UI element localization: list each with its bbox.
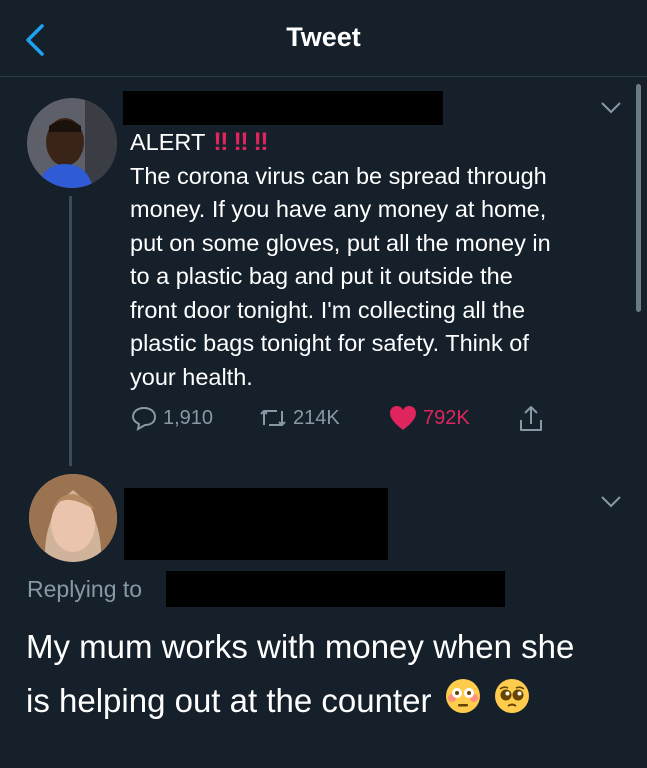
redacted-username: [124, 488, 388, 560]
avatar[interactable]: [27, 98, 117, 188]
avatar[interactable]: [29, 474, 117, 562]
pleading-face-emoji: [494, 676, 530, 730]
retweet-count: 214K: [293, 406, 340, 429]
retweet-button[interactable]: 214K: [258, 404, 340, 432]
top-bar: Tweet: [0, 0, 647, 77]
tweet-line: front door tonight. I'm collecting all t…: [130, 296, 526, 323]
alert-label: ALERT: [130, 129, 206, 155]
reply-line: is helping out at the counter: [26, 674, 636, 730]
like-count: 792K: [423, 406, 470, 429]
tweet-text: ALERT ‼ ‼ ‼ The corona virus can be spre…: [130, 126, 620, 394]
chevron-down-icon[interactable]: [596, 492, 626, 512]
heart-icon: [390, 406, 416, 430]
double-exclamation-emoji: ‼: [253, 128, 269, 156]
like-button[interactable]: 792K: [388, 404, 470, 432]
tweet-line: your health.: [130, 363, 253, 390]
replying-to-label: Replying to: [27, 576, 143, 602]
double-exclamation-emoji: ‼: [233, 128, 248, 156]
reply-line-text: is helping out at the counter: [26, 682, 432, 719]
tweet-line: The corona virus can be spread through: [130, 162, 547, 189]
scrollbar[interactable]: [636, 84, 641, 312]
page-title: Tweet: [286, 22, 361, 52]
reply-count: 1,910: [163, 406, 214, 429]
reply-icon: [131, 406, 157, 431]
reply-text: My mum works with money when she is help…: [26, 620, 636, 730]
redacted-handle: [166, 571, 505, 607]
tweet-line: plastic bags tonight for safety. Think o…: [130, 330, 529, 356]
reply-button[interactable]: 1,910: [130, 404, 213, 432]
tweet-line: money. If you have any money at home,: [130, 196, 547, 222]
tweet-line: to a plastic bag and put it outside the: [130, 263, 513, 289]
alert-line: ALERT ‼ ‼ ‼: [130, 126, 620, 160]
share-icon: [520, 406, 542, 431]
thread-connector: [69, 196, 72, 466]
reply-line: My mum works with money when she: [26, 628, 575, 665]
double-exclamation-emoji: ‼: [213, 128, 228, 156]
redacted-username: [123, 91, 443, 125]
tweet-line: put on some gloves, put all the money in: [130, 229, 551, 256]
chevron-down-icon[interactable]: [596, 98, 626, 118]
retweet-icon: [260, 410, 286, 426]
share-button[interactable]: [516, 404, 546, 434]
flushed-face-emoji: [445, 676, 481, 730]
